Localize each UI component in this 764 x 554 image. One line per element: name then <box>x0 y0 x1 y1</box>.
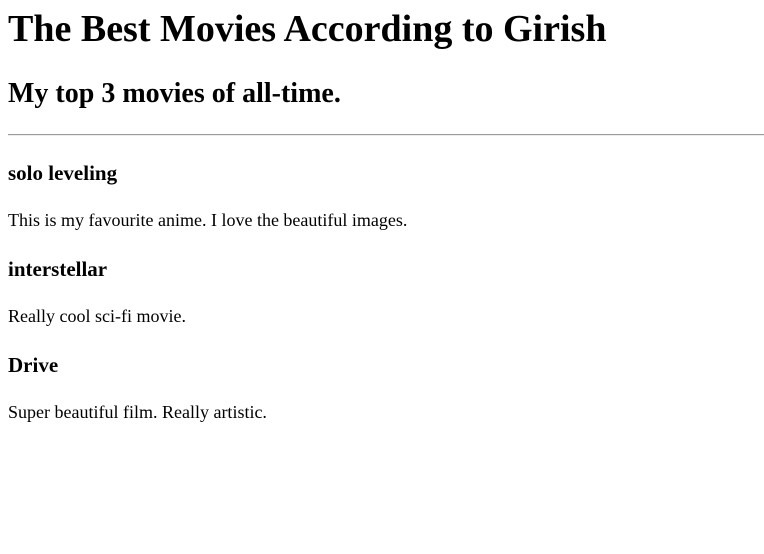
movie-description: Super beautiful film. Really artistic. <box>8 402 267 422</box>
page-title: The Best Movies According to Girish <box>8 8 607 50</box>
page-subtitle: My top 3 movies of all-time. <box>8 78 341 109</box>
page: The Best Movies According to Girish My t… <box>8 0 764 423</box>
movie-list: solo leveling This is my favourite anime… <box>8 136 764 423</box>
movie-entry-interstellar: interstellar Really cool sci-fi movie. <box>8 257 764 327</box>
movie-entry-solo-leveling: solo leveling This is my favourite anime… <box>8 161 764 231</box>
movie-title: solo leveling <box>8 161 118 185</box>
movie-description: This is my favourite anime. I love the b… <box>8 210 408 230</box>
movie-title: interstellar <box>8 257 108 281</box>
movie-entry-drive: Drive Super beautiful film. Really artis… <box>8 353 764 423</box>
movie-title: Drive <box>8 353 59 377</box>
movie-description: Really cool sci-fi movie. <box>8 306 186 326</box>
